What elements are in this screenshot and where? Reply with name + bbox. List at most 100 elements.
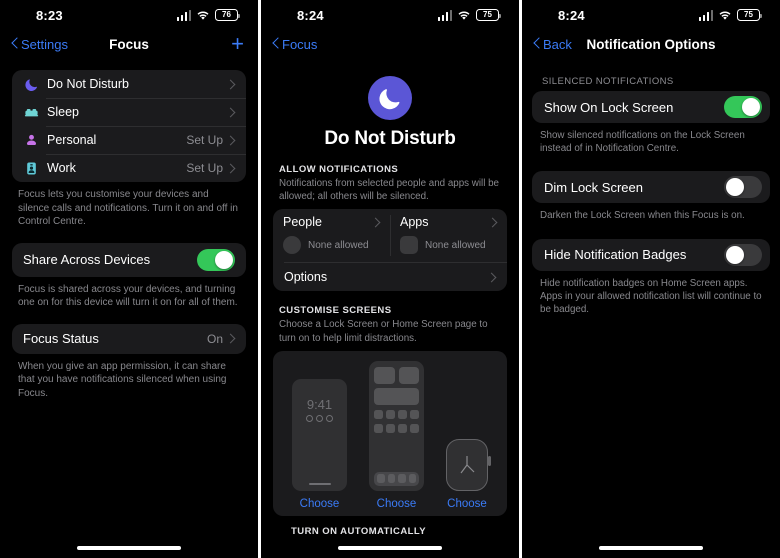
chevron-right-icon [229, 107, 235, 117]
cellular-bars-icon [176, 9, 191, 21]
lock-screen-time: 9:41 [306, 396, 333, 412]
back-button[interactable]: Back [534, 37, 572, 52]
chevron-right-icon [229, 135, 235, 145]
focus-row-label: Personal [47, 133, 97, 147]
focus-content: Do Not Disturb Sleep Personal Set Up Wor… [0, 58, 258, 400]
focus-modes-card: Do Not Disturb Sleep Personal Set Up Wor… [12, 70, 246, 182]
focus-status-row[interactable]: Focus Status On [12, 324, 246, 354]
turn-on-automatically-heading: TURN ON AUTOMATICALLY [291, 525, 427, 537]
three-panel-screenshot: 8:23 76 Settings Focus + Do Not Disturb … [0, 0, 780, 558]
home-screen-option[interactable]: Choose [369, 360, 424, 510]
moon-icon [368, 76, 412, 120]
choose-watch-face-button[interactable]: Choose [447, 498, 487, 510]
focus-row-label: Work [47, 161, 76, 175]
status-time: 8:23 [36, 7, 63, 23]
share-footnote: Focus is shared across your devices, and… [18, 283, 238, 309]
people-value: None allowed [308, 239, 369, 251]
focus-row-do-not-disturb[interactable]: Do Not Disturb [12, 70, 246, 98]
watch-face-option[interactable]: Choose [446, 438, 491, 510]
cellular-bars-icon [698, 9, 713, 21]
hide-notification-badges-toggle[interactable] [724, 243, 762, 266]
apps-icon-placeholder [400, 236, 418, 255]
lock-screen-preview: 9:41 [292, 378, 347, 491]
lock-screen-option[interactable]: 9:41 Choose [292, 378, 347, 510]
status-bar: 8:24 75 [522, 0, 780, 30]
dim-lock-screen-toggle[interactable] [724, 176, 762, 199]
focus-row-value: Set Up [186, 133, 223, 147]
focus-row-value: Set Up [186, 161, 223, 175]
customise-screens-card: 9:41 Choose Choose Choose [273, 350, 507, 516]
nav-bar: Focus [261, 30, 519, 58]
focus-row-personal[interactable]: Personal Set Up [12, 126, 246, 154]
home-indicator[interactable] [599, 546, 703, 550]
show-on-lock-screen-toggle[interactable] [724, 96, 762, 118]
chevron-right-icon [374, 217, 380, 227]
home-indicator[interactable] [77, 546, 181, 550]
chevron-left-icon [534, 38, 541, 50]
hide-notification-badges-row[interactable]: Hide Notification Badges [532, 238, 770, 271]
people-cell[interactable]: People None allowed [273, 209, 390, 262]
allow-notifications-card: People None allowed Apps None allowed Op… [273, 209, 507, 292]
share-across-devices-toggle[interactable] [197, 248, 235, 271]
home-indicator[interactable] [338, 546, 442, 550]
notification-options-content: SILENCED NOTIFICATIONS Show On Lock Scre… [522, 58, 780, 316]
chevron-left-icon [12, 38, 19, 50]
panel-notification-options: 8:24 75 Back Notification Options SILENC… [522, 0, 780, 558]
battery-level: 76 [222, 10, 231, 19]
customise-screens-heading: CUSTOMISE SCREENS [279, 305, 392, 317]
focus-row-label: Sleep [47, 105, 79, 119]
share-across-devices-row[interactable]: Share Across Devices [12, 243, 246, 277]
show-on-lock-screen-description: Show silenced notifications on the Lock … [540, 130, 745, 155]
dim-lock-screen-row[interactable]: Dim Lock Screen [532, 171, 770, 204]
wifi-icon [457, 10, 471, 21]
allow-notifications-subtitle: Notifications from selected people and a… [279, 178, 500, 203]
focus-status-value: On [206, 331, 223, 346]
status-time: 8:24 [297, 7, 324, 23]
hide-notification-badges-label: Hide Notification Badges [544, 247, 687, 263]
focus-hero-title: Do Not Disturb [324, 128, 456, 149]
back-button-label: Focus [282, 36, 318, 52]
battery-level: 75 [744, 10, 753, 19]
id-badge-icon [23, 160, 40, 177]
choose-lock-screen-button[interactable]: Choose [300, 498, 340, 510]
hide-notification-badges-description: Hide notification badges on Home Screen … [540, 277, 762, 316]
status-time: 8:24 [558, 7, 585, 23]
nav-bar: Back Notification Options [522, 30, 780, 58]
back-button-settings[interactable]: Settings [12, 37, 68, 52]
focus-status-footnote: When you give an app permission, it can … [18, 360, 227, 399]
share-across-devices-label: Share Across Devices [23, 252, 151, 267]
cellular-bars-icon [437, 9, 452, 21]
people-avatar-placeholder [283, 236, 301, 255]
back-button-focus[interactable]: Focus [273, 37, 317, 52]
status-indicators: 75 [437, 9, 501, 21]
person-icon [23, 132, 40, 149]
options-label: Options [284, 270, 328, 285]
battery-indicator: 75 [476, 9, 501, 21]
chevron-right-icon [490, 272, 496, 282]
wifi-icon [196, 10, 210, 21]
home-screen-preview [369, 360, 424, 491]
wifi-icon [718, 10, 732, 21]
add-focus-button[interactable]: + [231, 33, 246, 55]
people-apps-split: People None allowed Apps None allowed [273, 209, 507, 262]
nav-bar: Settings Focus + [0, 30, 258, 58]
chevron-left-icon [273, 38, 280, 50]
dim-lock-screen-description: Darken the Lock Screen when this Focus i… [540, 210, 745, 222]
focus-hero: Do Not Disturb [261, 58, 519, 152]
chevron-right-icon [229, 334, 235, 344]
battery-indicator: 75 [737, 9, 762, 21]
bed-icon [23, 104, 40, 121]
apps-cell[interactable]: Apps None allowed [390, 209, 507, 262]
people-label: People [283, 215, 322, 230]
dnd-content: ALLOW NOTIFICATIONS Notifications from s… [261, 152, 519, 537]
focus-footnote: Focus lets you customise your devices an… [18, 189, 238, 227]
options-row[interactable]: Options [273, 263, 507, 291]
back-button-label: Back [543, 36, 572, 52]
show-on-lock-screen-row[interactable]: Show On Lock Screen [532, 91, 770, 123]
battery-indicator: 76 [215, 9, 240, 21]
choose-home-screen-button[interactable]: Choose [377, 498, 417, 510]
focus-row-sleep[interactable]: Sleep [12, 98, 246, 126]
apps-label: Apps [400, 215, 429, 230]
share-across-devices-card: Share Across Devices [12, 242, 246, 277]
focus-row-work[interactable]: Work Set Up [12, 154, 246, 182]
